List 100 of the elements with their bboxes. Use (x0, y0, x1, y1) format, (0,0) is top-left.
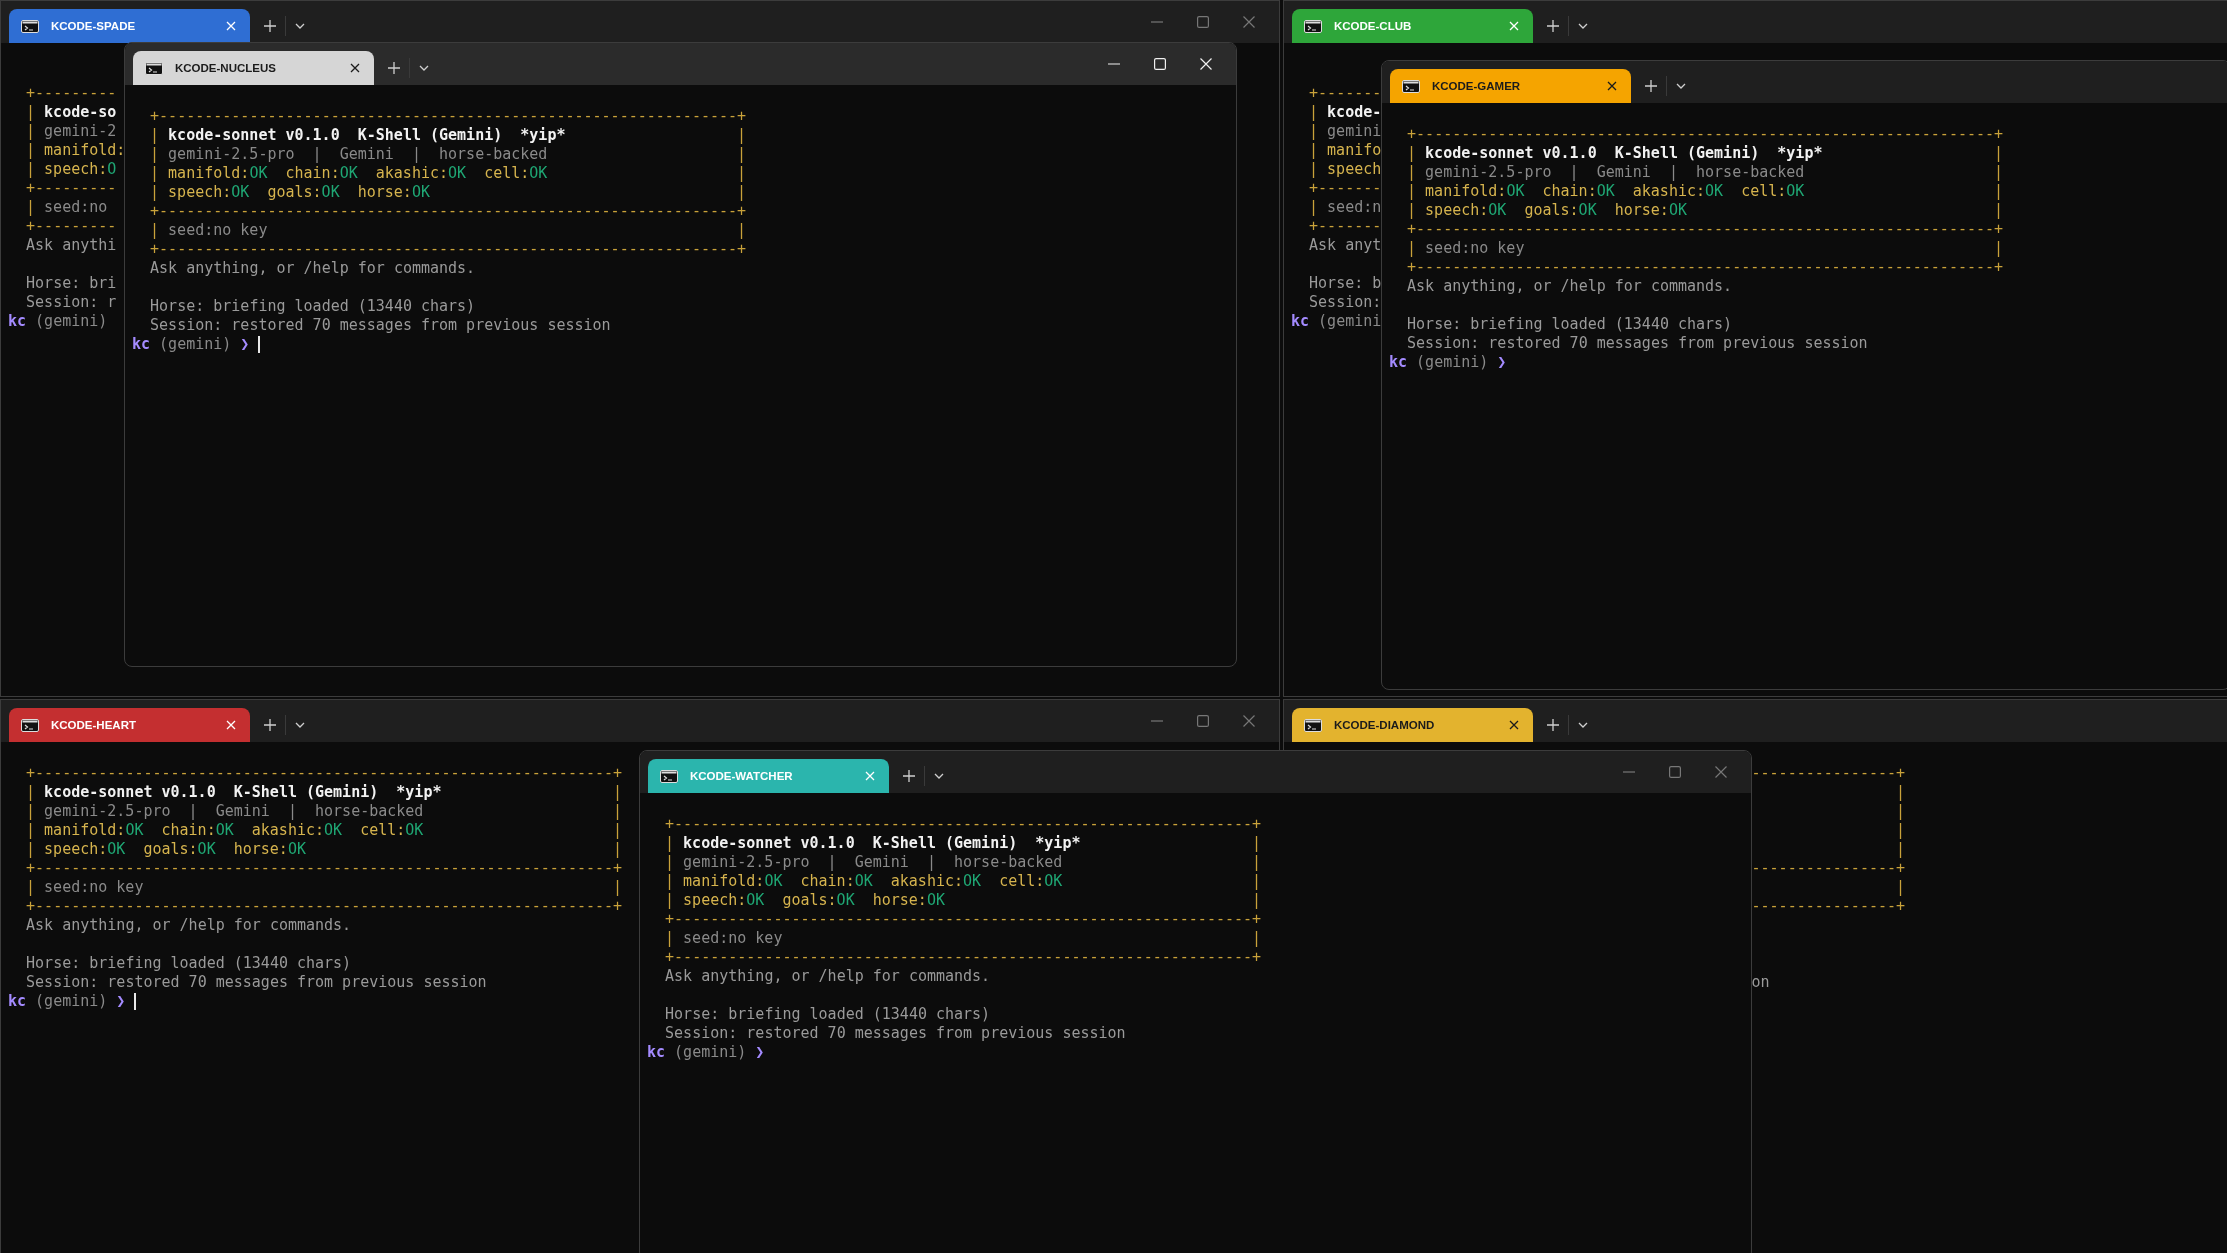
box-border: +----------------------------------------------------------------+ (26, 859, 623, 877)
status-item: manifold:OK (168, 164, 268, 183)
box-border: +----------------------------------------------------------------+ (665, 948, 1262, 966)
plus-icon[interactable] (264, 20, 276, 32)
box-border: ----------------+ (1751, 897, 1906, 915)
terminal-icon (21, 19, 39, 33)
tab[interactable]: KCODE-HEART (9, 708, 250, 742)
box-edge: | (613, 878, 623, 897)
command-prompt: kc (gemini) ❯ (647, 1043, 765, 1062)
output-text: Horse: briefing loaded (13440 chars) (1407, 315, 1733, 333)
status-item: chain:OK (800, 872, 873, 891)
banner-info: gemini-2.5-pro | Gemini | horse-backed (683, 853, 1063, 872)
box-border: ----------------+ (1751, 764, 1906, 782)
output-text: Ask anything, or /help for commands. (26, 916, 352, 934)
box-border: +----------------------------------------------------------------+ (150, 202, 747, 220)
chevron-down-icon[interactable] (1578, 722, 1588, 728)
output-text: Session: r (26, 293, 117, 311)
command-prompt: kc (gemini (1291, 312, 1382, 331)
box-edge: | (150, 183, 160, 202)
banner-info: seed:no key (1425, 239, 1525, 258)
close-icon[interactable] (350, 63, 360, 73)
close-icon[interactable] (1509, 720, 1519, 730)
plus-icon[interactable] (903, 770, 915, 782)
status-item: speech (1327, 160, 1382, 179)
plus-icon[interactable] (1645, 80, 1657, 92)
plus-icon[interactable] (1547, 719, 1559, 731)
terminal-icon (660, 769, 678, 783)
chevron-down-icon[interactable] (934, 773, 944, 779)
box-edge: | (26, 821, 36, 840)
terminal-icon (145, 61, 163, 75)
chevron-down-icon[interactable] (1578, 23, 1588, 29)
chevron-down-icon[interactable] (295, 23, 305, 29)
box-edge: | (613, 821, 623, 840)
box-border: +------- (1309, 179, 1382, 197)
tab[interactable]: KCODE-SPADE (9, 9, 250, 43)
close-icon[interactable] (1607, 81, 1617, 91)
box-edge: | (1407, 201, 1417, 220)
output-text: Horse: b (1309, 274, 1382, 292)
terminal-icon (1304, 19, 1322, 33)
box-edge: | (665, 891, 675, 910)
plus-icon[interactable] (264, 719, 276, 731)
status-item: cell:OK (484, 164, 548, 183)
tab[interactable]: KCODE-GAMER (1390, 69, 1631, 103)
banner-title: kcode-so (44, 103, 117, 122)
status-item: manifold:OK (44, 821, 144, 840)
banner-info: gemini (1327, 122, 1382, 141)
box-border: +----------------------------------------------------------------+ (665, 910, 1262, 928)
status-item: cell:OK (999, 872, 1063, 891)
box-edge: | (26, 783, 36, 802)
command-prompt: kc (gemini) ❯ (1389, 353, 1507, 372)
tab[interactable]: KCODE-CLUB (1292, 9, 1533, 43)
banner-title: kcode-sonnet v0.1.0 K-Shell (Gemini) *yip* (683, 834, 1081, 853)
output-text: Ask anythi (26, 236, 117, 254)
box-border: +----------------------------------------------------------------+ (1407, 258, 2004, 276)
box-edge: | (1994, 182, 2004, 201)
chevron-down-icon[interactable] (419, 65, 429, 71)
output-text: Horse: briefing loaded (13440 chars) (665, 1005, 991, 1023)
plus-icon[interactable] (388, 62, 400, 74)
box-edge: | (1994, 163, 2004, 182)
box-edge: | (665, 872, 675, 891)
status-item: cell:OK (1741, 182, 1805, 201)
tab[interactable]: KCODE-DIAMOND (1292, 708, 1533, 742)
status-item: goals:OK (267, 183, 340, 202)
box-edge: | (1252, 834, 1262, 853)
chevron-down-icon[interactable] (295, 722, 305, 728)
status-item: manifold:OK (1425, 182, 1525, 201)
command-prompt: kc (gemini) ❯ (8, 992, 126, 1011)
box-edge: | (150, 221, 160, 240)
status-item: chain:OK (285, 164, 358, 183)
tab[interactable]: KCODE-NUCLEUS (133, 51, 374, 85)
status-item: akashic:OK (251, 821, 343, 840)
box-edge: | (1309, 141, 1319, 160)
plus-icon[interactable] (1547, 20, 1559, 32)
banner-title: kcode-sonnet v0.1.0 K-Shell (Gemini) *yip* (168, 126, 566, 145)
box-edge: | (26, 878, 36, 897)
box-edge: | (26, 160, 36, 179)
output-text: Session: restored 70 messages from previous session (665, 1024, 1126, 1042)
status-item: goals:OK (782, 891, 855, 910)
status-item: manifold:OK (683, 872, 783, 891)
terminal-icon (21, 718, 39, 732)
box-edge: | (26, 141, 36, 160)
box-border: +----------------------------------------------------------------+ (26, 897, 623, 915)
status-item: cell:OK (360, 821, 424, 840)
box-border: +------- (1309, 217, 1382, 235)
command-prompt: kc (gemini) ❯ (132, 335, 250, 354)
output-text: Session: restored 70 messages from previous session (1407, 334, 1868, 352)
banner-info: gemini-2 (44, 122, 117, 141)
status-item: horse:OK (872, 891, 945, 910)
banner-info: gemini-2.5-pro | Gemini | horse-backed (1425, 163, 1805, 182)
status-item: horse:OK (233, 840, 306, 859)
box-edge: | (1252, 891, 1262, 910)
status-item: speech:OK (1425, 201, 1507, 220)
box-edge: | (26, 802, 36, 821)
output-text: Session: restored 70 messages from previous session (26, 973, 487, 991)
status-item: manifold: (44, 141, 126, 160)
chevron-down-icon[interactable] (1676, 83, 1686, 89)
box-edge: | (665, 853, 675, 872)
box-edge: | (1407, 144, 1417, 163)
status-item: speech:OK (168, 183, 250, 202)
box-edge: | (1309, 198, 1319, 217)
